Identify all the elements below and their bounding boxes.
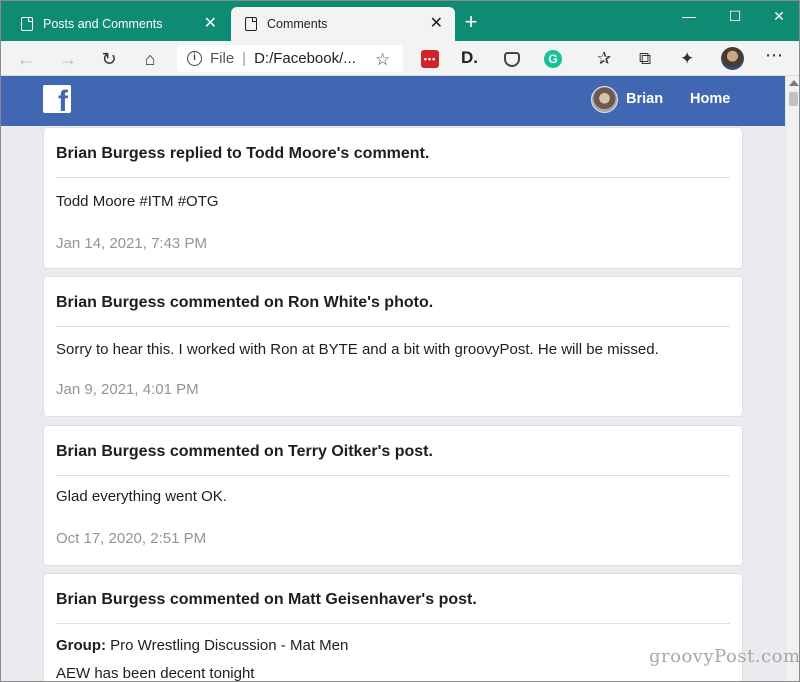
favorites-icon[interactable]: ✰ — [597, 49, 611, 69]
minimize-button[interactable]: — — [669, 5, 709, 27]
close-window-button[interactable]: ✕ — [759, 5, 799, 27]
vertical-scrollbar[interactable] — [785, 76, 799, 681]
maximize-button[interactable]: ☐ — [715, 5, 755, 27]
browser-toolbar: ← → ↻ ⌂ i File | D:/Facebook/... ☆ ••• D… — [1, 41, 799, 76]
back-button[interactable]: ← — [13, 46, 39, 72]
tab-close-icon[interactable]: ✕ — [430, 16, 443, 32]
info-icon[interactable]: i — [187, 51, 202, 66]
home-link[interactable]: Home — [690, 91, 730, 107]
divider — [56, 623, 730, 624]
page-icon — [21, 17, 33, 31]
collections-icon[interactable]: ⧉ — [639, 49, 651, 69]
comments-feed: Brian Burgess replied to Todd Moore's co… — [1, 126, 785, 682]
user-name-link[interactable]: Brian — [626, 91, 663, 107]
browser-window: Posts and Comments ✕ Comments ✕ + — ☐ ✕ … — [0, 0, 800, 682]
page-icon — [245, 17, 257, 31]
facebook-header: f Brian Home — [1, 76, 785, 126]
facebook-logo-icon[interactable]: f — [43, 85, 71, 113]
comment-text: AEW has been decent tonight — [56, 665, 255, 682]
more-menu-icon[interactable]: ⋯ — [765, 45, 784, 66]
comment-card: Brian Burgess commented on Ron White's p… — [44, 277, 742, 416]
divider — [56, 177, 730, 178]
extension-d-icon[interactable]: D. — [461, 48, 481, 67]
tab-comments[interactable]: Comments ✕ — [231, 7, 455, 41]
comment-card: Brian Burgess replied to Todd Moore's co… — [44, 128, 742, 268]
home-icon[interactable]: ⌂ — [137, 46, 163, 72]
scroll-thumb[interactable] — [789, 92, 798, 106]
user-avatar[interactable] — [591, 86, 618, 113]
extension-red-icon[interactable]: ••• — [421, 50, 439, 68]
comment-card: Brian Burgess commented on Matt Geisenha… — [44, 574, 742, 682]
comment-text: Sorry to hear this. I worked with Ron at… — [56, 341, 659, 358]
scheme-label: File — [210, 50, 235, 67]
comment-text: Glad everything went OK. — [56, 488, 227, 505]
comment-title: Brian Burgess commented on Terry Oitker'… — [56, 443, 433, 460]
comment-date: Jan 14, 2021, 7:43 PM — [56, 235, 207, 252]
refresh-button[interactable]: ↻ — [96, 46, 122, 72]
comment-text: Todd Moore #ITM #OTG — [56, 193, 219, 210]
tab-close-icon[interactable]: ✕ — [204, 16, 217, 32]
extensions-icon[interactable]: ✦ — [680, 49, 694, 69]
comment-title: Brian Burgess replied to Todd Moore's co… — [56, 145, 430, 162]
group-name: Pro Wrestling Discussion - Mat Men — [110, 637, 349, 654]
address-separator: | — [242, 50, 247, 67]
tab-posts-and-comments[interactable]: Posts and Comments ✕ — [7, 7, 229, 41]
comment-date: Jan 9, 2021, 4:01 PM — [56, 381, 199, 398]
watermark: groovyPost.com — [649, 646, 800, 667]
group-line: Group: Pro Wrestling Discussion - Mat Me… — [56, 637, 348, 654]
scroll-up-arrow-icon[interactable] — [789, 80, 799, 86]
tab-label: Comments — [267, 17, 328, 31]
comment-card: Brian Burgess commented on Terry Oitker'… — [44, 426, 742, 565]
profile-avatar[interactable] — [721, 47, 744, 70]
comment-date: Oct 17, 2020, 2:51 PM — [56, 530, 207, 547]
grammarly-icon[interactable]: G — [544, 50, 562, 68]
add-favorite-icon[interactable]: ☆ — [375, 50, 390, 70]
divider — [56, 326, 730, 327]
pocket-icon[interactable] — [504, 52, 520, 67]
url-text: D:/Facebook/... — [254, 50, 356, 67]
comment-title: Brian Burgess commented on Ron White's p… — [56, 294, 434, 311]
new-tab-button[interactable]: + — [459, 11, 483, 35]
divider — [56, 475, 730, 476]
tab-label: Posts and Comments — [43, 17, 163, 31]
address-bar[interactable]: i File | D:/Facebook/... — [177, 45, 403, 72]
title-bar: Posts and Comments ✕ Comments ✕ + — ☐ ✕ — [1, 1, 799, 41]
comment-title: Brian Burgess commented on Matt Geisenha… — [56, 591, 477, 608]
forward-button[interactable]: → — [55, 46, 81, 72]
group-label: Group: — [56, 637, 106, 654]
